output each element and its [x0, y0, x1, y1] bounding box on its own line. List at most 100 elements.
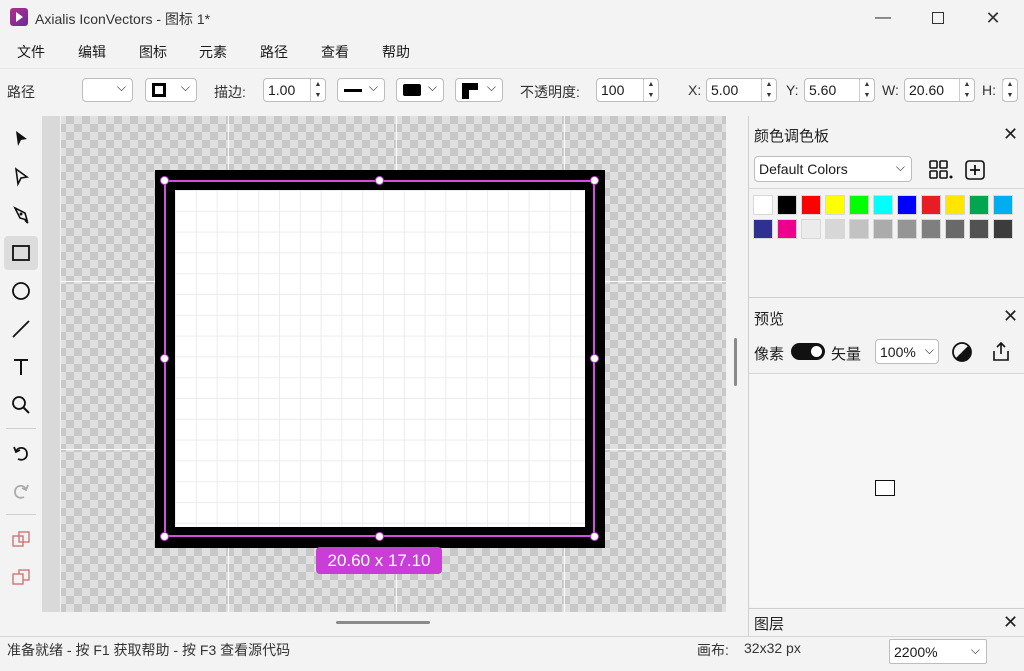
undo-button[interactable]	[4, 436, 38, 470]
resize-handle[interactable]	[590, 532, 599, 541]
direct-select-tool-button[interactable]	[4, 160, 38, 194]
color-swatch[interactable]	[753, 195, 773, 215]
line-join-icon	[462, 83, 478, 99]
menu-view[interactable]: 查看	[321, 42, 349, 62]
chevron-down-icon: ⌵	[180, 80, 190, 94]
color-swatch[interactable]	[921, 195, 941, 215]
menu-edit[interactable]: 编辑	[78, 42, 106, 62]
resize-handle[interactable]	[590, 354, 599, 363]
y-input[interactable]: 5.60 ▲ ▼	[804, 78, 875, 102]
send-backward-button[interactable]	[4, 560, 38, 594]
selection-box[interactable]	[164, 180, 595, 537]
color-swatch[interactable]	[753, 219, 773, 239]
chevron-down-icon: ⌵	[895, 160, 905, 174]
spin-arrows-icon[interactable]: ▲ ▼	[310, 79, 325, 101]
menu-path[interactable]: 路径	[260, 42, 288, 62]
preview-close-icon[interactable]: ✕	[1003, 306, 1018, 327]
color-swatch[interactable]	[873, 219, 893, 239]
color-swatch[interactable]	[849, 219, 869, 239]
horizontal-scrollbar[interactable]	[336, 621, 430, 624]
contrast-button[interactable]	[951, 341, 973, 366]
export-button[interactable]	[990, 341, 1012, 366]
ellipse-tool-button[interactable]	[4, 274, 38, 308]
panel-divider	[749, 297, 1024, 298]
w-input[interactable]: 20.60 ▲ ▼	[904, 78, 975, 102]
color-swatch[interactable]	[897, 219, 917, 239]
dimension-tooltip: 20.60 x 17.10	[316, 547, 442, 574]
spin-arrows-icon[interactable]: ▲ ▼	[643, 79, 658, 101]
close-icon: ✕	[985, 7, 1001, 28]
redo-button[interactable]	[4, 474, 38, 508]
color-swatch[interactable]	[945, 219, 965, 239]
palette-preset-dropdown[interactable]: Default Colors ⌵	[754, 156, 912, 182]
color-swatch[interactable]	[801, 195, 821, 215]
color-swatch[interactable]	[969, 219, 989, 239]
line-icon	[12, 320, 30, 338]
chevron-down-icon: ⌵	[368, 80, 378, 94]
color-swatch[interactable]	[993, 219, 1013, 239]
line-cap-dropdown[interactable]: ⌵	[396, 78, 444, 102]
rectangle-tool-button[interactable]	[4, 236, 38, 270]
preview-zoom-dropdown[interactable]: 100% ⌵	[875, 339, 939, 364]
menu-element[interactable]: 元素	[199, 42, 227, 62]
redo-icon	[14, 484, 29, 499]
color-swatch[interactable]	[969, 195, 989, 215]
line-join-dropdown[interactable]: ⌵	[455, 78, 503, 102]
resize-handle[interactable]	[590, 176, 599, 185]
bring-forward-button[interactable]	[4, 522, 38, 556]
spin-arrows-icon[interactable]: ▲ ▼	[859, 79, 874, 101]
fill-dropdown[interactable]: ⌵	[82, 78, 133, 102]
color-swatch[interactable]	[825, 195, 845, 215]
resize-handle[interactable]	[375, 532, 384, 541]
line-cap-icon	[403, 84, 421, 96]
select-tool-button[interactable]	[4, 122, 38, 156]
color-swatch[interactable]	[993, 195, 1013, 215]
w-value: 20.60	[909, 82, 945, 98]
menu-icon[interactable]: 图标	[139, 42, 167, 62]
color-swatch[interactable]	[777, 219, 797, 239]
color-swatch[interactable]	[873, 195, 893, 215]
chevron-down-icon: ⌵	[486, 80, 496, 94]
spin-arrows-icon[interactable]: ▲ ▼	[761, 79, 776, 101]
stroke-width-input[interactable]: 1.00 ▲ ▼	[263, 78, 326, 102]
color-swatch[interactable]	[777, 195, 797, 215]
resize-handle[interactable]	[160, 354, 169, 363]
preview-panel-title: 预览	[754, 311, 785, 328]
zoom-dropdown[interactable]: 2200% ⌵	[889, 639, 987, 664]
resize-handle[interactable]	[160, 176, 169, 185]
undo-icon	[13, 446, 28, 461]
pixel-vector-toggle[interactable]	[791, 343, 825, 360]
minimize-button[interactable]: —	[860, 0, 906, 36]
resize-handle[interactable]	[160, 532, 169, 541]
h-input[interactable]: ▲ ▼	[1002, 78, 1018, 102]
color-swatch[interactable]	[945, 195, 965, 215]
color-swatch[interactable]	[825, 219, 845, 239]
toolbox-divider	[6, 514, 36, 515]
spin-arrows-icon[interactable]: ▲ ▼	[1002, 79, 1017, 101]
spin-arrows-icon[interactable]: ▲ ▼	[959, 79, 974, 101]
maximize-button[interactable]	[915, 0, 961, 36]
color-swatch[interactable]	[849, 195, 869, 215]
pen-tool-button[interactable]	[4, 198, 38, 232]
vertical-scrollbar[interactable]	[734, 338, 737, 386]
add-color-button[interactable]	[964, 159, 986, 184]
zoom-tool-button[interactable]	[4, 388, 38, 422]
line-tool-button[interactable]	[4, 312, 38, 346]
line-style-dropdown[interactable]: ⌵	[337, 78, 385, 102]
stroke-color-dropdown[interactable]: ⌵	[145, 78, 197, 102]
hollow-arrow-icon	[14, 167, 30, 187]
color-swatch[interactable]	[801, 219, 821, 239]
palette-close-icon[interactable]: ✕	[1003, 124, 1018, 145]
resize-handle[interactable]	[375, 176, 384, 185]
color-swatch[interactable]	[921, 219, 941, 239]
menu-file[interactable]: 文件	[17, 42, 45, 62]
color-swatch[interactable]	[897, 195, 917, 215]
opacity-input[interactable]: 100 ▲ ▼	[596, 78, 659, 102]
menu-help[interactable]: 帮助	[382, 42, 410, 62]
share-icon	[993, 341, 1009, 361]
close-window-button[interactable]: ✕	[970, 0, 1016, 36]
x-input[interactable]: 5.00 ▲ ▼	[706, 78, 777, 102]
palette-menu-button[interactable]	[928, 159, 954, 184]
text-tool-button[interactable]	[4, 350, 38, 384]
layers-close-icon[interactable]: ✕	[1003, 612, 1018, 633]
